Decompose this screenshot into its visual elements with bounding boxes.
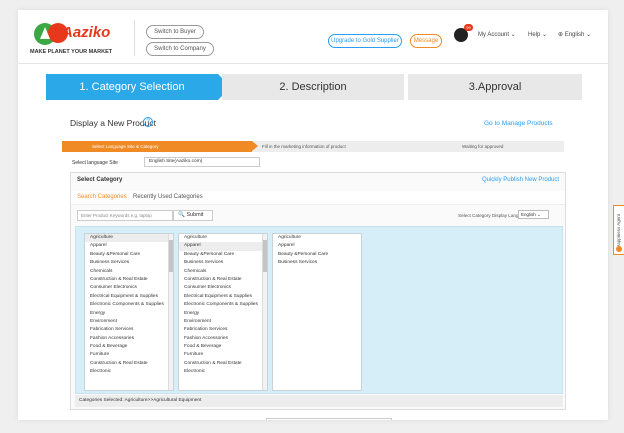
category-list-item[interactable]: Business Services: [85, 259, 173, 267]
manage-products-link[interactable]: Go to Manage Products: [484, 120, 553, 127]
language-site-select[interactable]: English Site(Aaziko.com): [144, 157, 260, 167]
substep-marketing-info: Fill in the marketing information of pro…: [262, 144, 346, 149]
category-list-item[interactable]: Consumer Electronics: [85, 284, 173, 292]
language-site-label: Select language Site: [72, 160, 118, 166]
step-category-selection: 1. Category Selection: [46, 74, 231, 100]
category-list-item[interactable]: Consumer Electronics: [179, 284, 267, 292]
substep-select-language: Select Language Site & Category: [62, 141, 258, 152]
switch-to-buyer-button[interactable]: Switch to Buyer: [146, 25, 204, 39]
category-list-item[interactable]: Food & Beverage: [179, 343, 267, 351]
category-list-item[interactable]: Apparel: [85, 242, 173, 250]
tab-search-categories[interactable]: Search Categories: [77, 194, 127, 200]
category-list-item[interactable]: Construction & Real Estate: [85, 360, 173, 368]
category-list-item[interactable]: Electrical Equipment & Supplies: [85, 293, 173, 301]
category-list-item[interactable]: Energy: [85, 310, 173, 318]
category-list-item[interactable]: Apparel: [179, 242, 267, 251]
category-list-level2[interactable]: Agriculture Apparel Beauty &Personal Care B…: [178, 233, 268, 391]
category-list-item[interactable]: Furniture: [85, 351, 173, 359]
category-list-item[interactable]: Construction & Real Estate: [179, 360, 267, 368]
category-panel: Select Category Quickly Publish New Prod…: [70, 172, 566, 410]
category-list-item[interactable]: Energy: [179, 310, 267, 318]
happiness-agent-tab[interactable]: Happiness Agent: [613, 205, 624, 255]
tab-recently-used[interactable]: Recently Used Categories: [133, 194, 203, 200]
progress-steps: 1. Category Selection 2. Description 3.A…: [46, 74, 582, 100]
category-list-item[interactable]: Electronic: [85, 368, 173, 376]
category-list-item[interactable]: Beauty &Personal Care: [273, 251, 361, 259]
logo-text: Aaziko: [62, 24, 111, 41]
category-list-item[interactable]: Beauty &Personal Care: [179, 251, 267, 259]
category-list-level3[interactable]: Agriculture Apparel Beauty &Personal Care B…: [272, 233, 362, 391]
display-language-select[interactable]: English ⌄: [518, 210, 549, 219]
language-menu[interactable]: ⊕ English ⌄: [558, 31, 591, 38]
submit-button[interactable]: 🔍 Submit: [173, 210, 213, 221]
aaziko-logo[interactable]: Aaziko MAKE PLANET YOUR MARKET: [30, 18, 120, 58]
category-list-item[interactable]: Fabrication Services: [85, 326, 173, 334]
help-icon[interactable]: ?: [143, 117, 153, 127]
category-list-item[interactable]: Agriculture: [273, 234, 361, 242]
category-list-item[interactable]: Environment: [85, 318, 173, 326]
message-button[interactable]: Message: [410, 34, 442, 48]
scrollbar-thumb[interactable]: [169, 240, 173, 272]
bottom-panel: [266, 418, 392, 420]
step-approval: 3.Approval: [408, 74, 582, 100]
notification-badge: 99: [464, 24, 473, 31]
top-bar: Aaziko MAKE PLANET YOUR MARKET Switch to…: [18, 10, 608, 64]
smiley-icon: [616, 246, 622, 252]
category-lists-area: Agriculture Apparel Beauty &Personal Care B…: [75, 226, 563, 394]
category-list-level1[interactable]: Agriculture Apparel Beauty &Personal Care B…: [84, 233, 174, 391]
category-list-item[interactable]: Chemicals: [179, 268, 267, 276]
switch-to-company-button[interactable]: Switch to Company: [146, 42, 214, 56]
keyword-search-input[interactable]: Enter Product Keywords e.g. laptop: [77, 210, 173, 221]
category-list-item[interactable]: Electrical Equipment & Supplies: [179, 293, 267, 301]
logo-tagline: MAKE PLANET YOUR MARKET: [30, 49, 113, 55]
category-list-item[interactable]: Beauty &Personal Care: [85, 251, 173, 259]
select-category-title: Select Category: [77, 177, 123, 183]
quick-publish-link[interactable]: Quickly Publish New Product: [482, 177, 559, 183]
category-list-item[interactable]: Apparel: [273, 242, 361, 250]
category-list-item[interactable]: Construction & Real Estate: [85, 276, 173, 284]
category-list-item[interactable]: Fashion Accessories: [85, 335, 173, 343]
category-tabs: Search Categories Recently Used Categori…: [71, 191, 565, 219]
category-list-item[interactable]: Construction & Real Estate: [179, 276, 267, 284]
category-list-item[interactable]: Environment: [179, 318, 267, 326]
substep-waiting-approval: Waiting for approved: [462, 144, 504, 149]
category-list-item[interactable]: Furniture: [179, 351, 267, 359]
category-list-item[interactable]: Fabrication Services: [179, 326, 267, 334]
category-list-item[interactable]: Agriculture: [85, 234, 173, 243]
category-list-item[interactable]: Business Services: [273, 259, 361, 267]
help-menu[interactable]: Help ⌄: [528, 31, 547, 38]
category-list-item[interactable]: Agriculture: [179, 234, 267, 242]
category-list-item[interactable]: Electronic: [179, 368, 267, 376]
category-list-item[interactable]: Business Services: [179, 259, 267, 267]
scrollbar[interactable]: [262, 234, 267, 390]
category-list-item[interactable]: Fashion Accessories: [179, 335, 267, 343]
divider: [134, 20, 135, 56]
scrollbar-thumb[interactable]: [263, 240, 267, 272]
upgrade-gold-supplier-button[interactable]: Upgrade to Gold Supplier: [328, 34, 402, 48]
sub-steps: Select Language Site & Category Fill in …: [62, 141, 564, 152]
category-list-item[interactable]: Food & Beverage: [85, 343, 173, 351]
scrollbar[interactable]: [168, 234, 173, 390]
my-account-menu[interactable]: My Account ⌄: [478, 31, 516, 38]
category-list-item[interactable]: Electronic Components & Supplies: [85, 301, 173, 309]
categories-selected: Categories Selected: Agriculture>>Agricu…: [75, 395, 563, 407]
category-list-item[interactable]: Chemicals: [85, 268, 173, 276]
happiness-agent-label: Happiness Agent: [616, 214, 621, 249]
page-card: Aaziko MAKE PLANET YOUR MARKET Switch to…: [18, 10, 608, 420]
category-list-item[interactable]: Electronic Components & Supplies: [179, 301, 267, 309]
step-description: 2. Description: [222, 74, 404, 100]
